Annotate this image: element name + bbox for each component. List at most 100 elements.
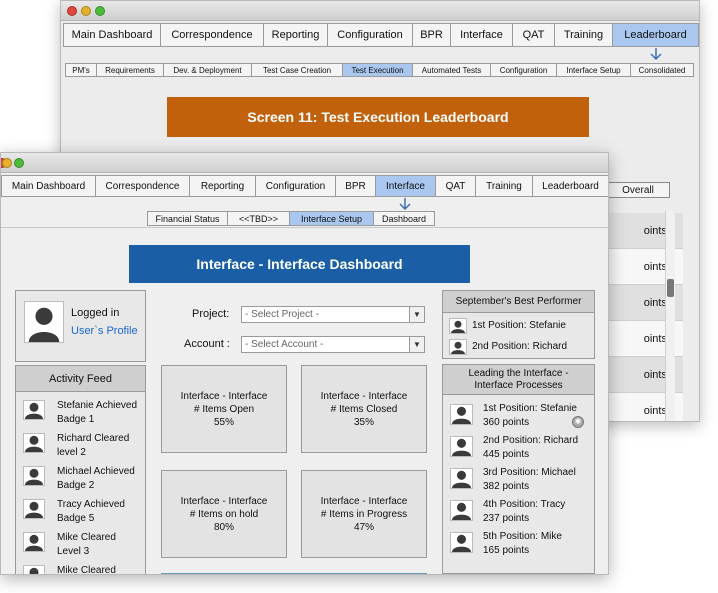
stat-card-title: Interface - Interface (320, 390, 408, 402)
bottom-panel-edge (442, 573, 595, 574)
subnav-interface-setup[interactable]: Interface Setup (289, 211, 373, 226)
project-select[interactable]: - Select Project - ▼ (241, 306, 425, 323)
list-item: Tracy Achieved Badge 5 (16, 495, 145, 528)
back-subnav-interface-setup[interactable]: Interface Setup (556, 63, 630, 77)
front-window-titlebar (1, 153, 608, 173)
stat-card-title: Interface - Interface (180, 390, 268, 402)
nav-correspondence[interactable]: Correspondence (95, 175, 189, 197)
back-subnav-consolidated[interactable]: Consolidated (630, 63, 694, 77)
back-subnav-automated-tests[interactable]: Automated Tests (412, 63, 490, 77)
arrow-down-icon (399, 198, 411, 211)
leader-points: 237 points (483, 513, 530, 524)
back-nav-main-dashboard[interactable]: Main Dashboard (63, 23, 160, 47)
maximize-window-button[interactable] (14, 158, 24, 168)
subnav-financial-status[interactable]: Financial Status (147, 211, 227, 226)
stat-card-metric: # Items Open (193, 403, 255, 415)
back-subnav-pms[interactable]: PM's (65, 63, 96, 77)
user-avatar-icon (452, 438, 471, 456)
back-subnav-test-execution[interactable]: Test Execution (342, 63, 412, 77)
user-avatar-icon (25, 402, 43, 419)
leader-position: 1st Position: Stefanie (483, 403, 577, 414)
back-sub-nav: PM's Requirements Dev. & Deployment Test… (65, 63, 694, 77)
stat-card-items-closed[interactable]: Interface - Interface # Items Closed 35% (301, 365, 427, 453)
chevron-down-icon[interactable]: ▼ (409, 337, 424, 352)
vertical-scrollbar[interactable] (665, 211, 675, 421)
chevron-down-icon[interactable]: ▼ (409, 307, 424, 322)
leader-points: 165 points (483, 545, 530, 556)
user-avatar-icon (25, 302, 63, 342)
nav-leaderboard[interactable]: Leaderboard (532, 175, 608, 197)
gear-icon[interactable]: ✱ (572, 416, 584, 428)
stat-card-title: Interface - Interface (180, 495, 268, 507)
avatar (449, 339, 467, 355)
user-avatar-icon (25, 468, 43, 485)
avatar (23, 466, 45, 486)
back-nav-reporting[interactable]: Reporting (263, 23, 327, 47)
list-item: 2nd Position: Richard (443, 336, 594, 357)
back-nav-bpr[interactable]: BPR (412, 23, 450, 47)
stat-card-items-open[interactable]: Interface - Interface # Items Open 55% (161, 365, 287, 453)
user-profile-link[interactable]: User`s Profile (71, 325, 138, 337)
stat-card-items-in-progress[interactable]: Interface - Interface # Items in Progres… (301, 470, 427, 558)
feed-line: Michael Achieved (57, 466, 135, 477)
list-item: 4th Position: Tracy 237 points (443, 496, 594, 528)
stat-card-value: 55% (213, 416, 234, 428)
subnav-dashboard[interactable]: Dashboard (373, 211, 435, 226)
leader-position: 3rd Position: Michael (483, 467, 576, 478)
nav-training[interactable]: Training (475, 175, 532, 197)
list-item: 1st Position: Stefanie (443, 315, 594, 336)
back-subnav-dev-deployment[interactable]: Dev. & Deployment (163, 63, 251, 77)
user-avatar-icon (25, 534, 43, 551)
back-subnav-requirements[interactable]: Requirements (96, 63, 163, 77)
front-window: Main Dashboard Correspondence Reporting … (0, 152, 609, 575)
back-subnav-configuration[interactable]: Configuration (490, 63, 556, 77)
best-performer-title: September's Best Performer (443, 291, 594, 313)
best-performer-entry: 1st Position: Stefanie (472, 320, 566, 331)
logged-in-label: Logged in (71, 307, 120, 319)
back-nav-configuration[interactable]: Configuration (327, 23, 412, 47)
back-page-title: Screen 11: Test Execution Leaderboard (167, 97, 589, 137)
stat-card-items-on-hold[interactable]: Interface - Interface # Items on hold 80… (161, 470, 287, 558)
nav-qat[interactable]: QAT (435, 175, 475, 197)
nav-reporting[interactable]: Reporting (189, 175, 255, 197)
user-login-panel: Logged in User`s Profile (15, 290, 146, 362)
nav-configuration[interactable]: Configuration (255, 175, 335, 197)
feed-line: Badge 5 (57, 513, 95, 524)
back-nav-interface[interactable]: Interface (450, 23, 512, 47)
account-select[interactable]: - Select Account - ▼ (241, 336, 425, 353)
best-performer-panel: September's Best Performer 1st Position:… (442, 290, 595, 359)
divider (1, 227, 608, 228)
activity-feed-title: Activity Feed (16, 366, 145, 392)
close-window-button[interactable] (67, 6, 77, 16)
minimize-window-button[interactable] (2, 158, 12, 168)
nav-main-dashboard[interactable]: Main Dashboard (1, 175, 95, 197)
avatar (450, 436, 473, 457)
stat-card-metric: # Items on hold (189, 508, 259, 520)
nav-interface[interactable]: Interface (375, 175, 435, 197)
arrow-down-icon (650, 48, 662, 61)
scrollbar-thumb[interactable] (667, 279, 674, 297)
nav-bpr[interactable]: BPR (335, 175, 375, 197)
user-avatar-icon (451, 320, 465, 333)
back-nav-qat[interactable]: QAT (512, 23, 554, 47)
leader-points: 445 points (483, 449, 530, 460)
leader-position: 4th Position: Tracy (483, 499, 566, 510)
leader-points: 382 points (483, 481, 530, 492)
stat-card-title: Interface - Interface (320, 495, 408, 507)
back-subnav-test-case-creation[interactable]: Test Case Creation (251, 63, 342, 77)
user-avatar-icon (25, 435, 43, 452)
feed-line: Mike Cleared (57, 532, 116, 543)
front-main-nav: Main Dashboard Correspondence Reporting … (1, 175, 608, 197)
feed-line: Level 3 (57, 546, 90, 557)
list-item: Mike Cleared (16, 561, 145, 574)
minimize-window-button[interactable] (81, 6, 91, 16)
back-nav-training[interactable]: Training (554, 23, 612, 47)
overall-tab[interactable]: Overall (606, 182, 670, 198)
subnav-tbd[interactable]: <<TBD>> (227, 211, 289, 226)
stat-card-value: 47% (353, 521, 374, 533)
feed-line: Badge 2 (57, 480, 95, 491)
activity-feed-panel: Activity Feed Stefanie Achieved Badge 1 R… (15, 365, 146, 574)
maximize-window-button[interactable] (95, 6, 105, 16)
back-nav-correspondence[interactable]: Correspondence (160, 23, 263, 47)
back-nav-leaderboard[interactable]: Leaderboard (612, 23, 699, 47)
